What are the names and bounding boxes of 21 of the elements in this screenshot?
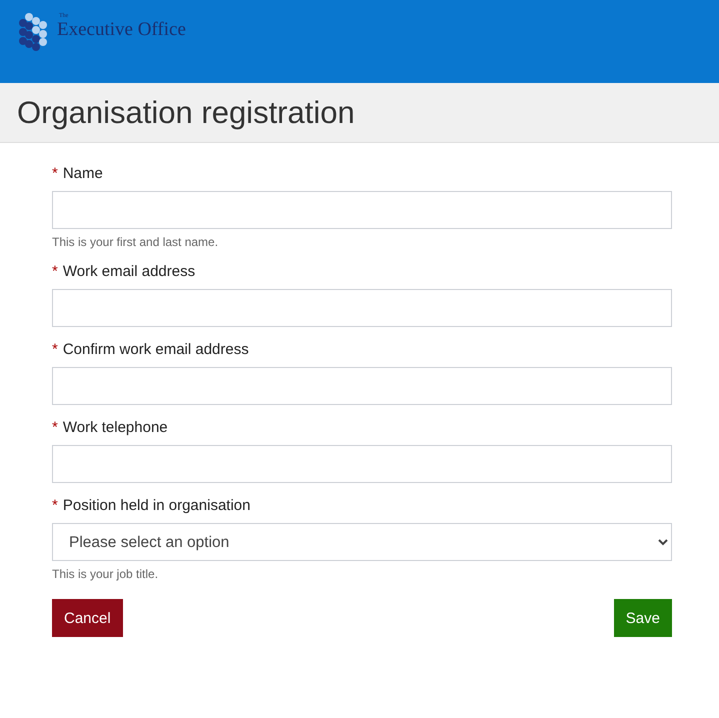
input-field[interactable] bbox=[52, 191, 672, 229]
input-field[interactable] bbox=[52, 445, 672, 483]
field-label: Work email address bbox=[62, 263, 196, 280]
required-asterisk: * bbox=[52, 419, 58, 436]
page-title: Organisation registration bbox=[17, 94, 355, 130]
field-label: Position held in organisation bbox=[62, 497, 250, 514]
field-label: Work telephone bbox=[62, 419, 168, 436]
hint-text: This is your first and last name. bbox=[52, 235, 220, 249]
required-asterisk: * bbox=[52, 263, 58, 280]
required-asterisk: * bbox=[52, 165, 58, 182]
hint-text: This is your job title. bbox=[52, 567, 160, 581]
required-asterisk: * bbox=[52, 341, 58, 358]
field-label: Name bbox=[62, 165, 103, 182]
cancel-button[interactable]: Cancel bbox=[52, 599, 123, 637]
field-label: Confirm work email address bbox=[62, 341, 249, 358]
save-button[interactable]: Save bbox=[614, 599, 672, 637]
input-field[interactable] bbox=[52, 289, 672, 327]
logo-text: Executive Office bbox=[57, 20, 186, 40]
select-field[interactable]: Please select an option bbox=[52, 523, 672, 561]
required-asterisk: * bbox=[52, 497, 58, 514]
input-field[interactable] bbox=[52, 367, 672, 405]
